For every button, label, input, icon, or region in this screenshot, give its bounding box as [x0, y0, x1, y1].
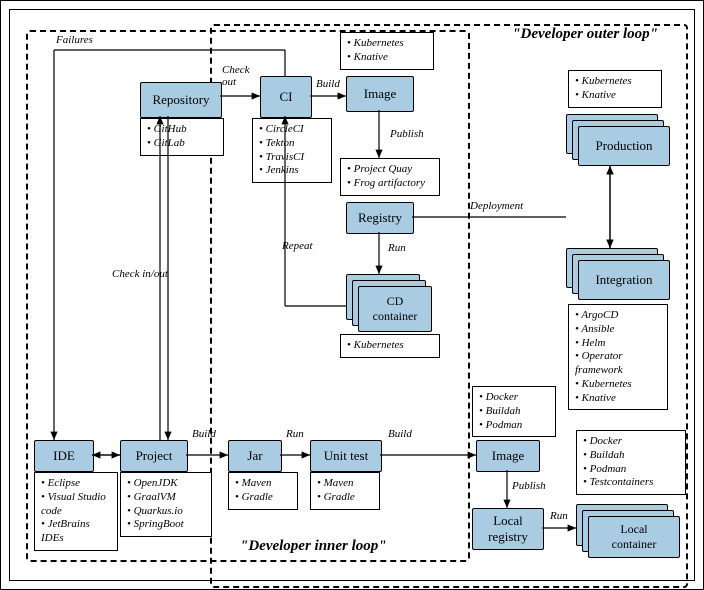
notes-jar: MavenGradle — [228, 472, 298, 510]
label-repeat: Repeat — [282, 240, 313, 252]
diagram-inner: "Developer outer loop" "Developer inner … — [9, 9, 695, 581]
node-integration-stack: Integration — [566, 248, 668, 300]
label-run-local: Run — [550, 510, 568, 522]
node-production-stack: Production — [566, 114, 668, 166]
label-publish-inner: Publish — [512, 480, 546, 492]
notes-image-outer-top: KubernetesKnative — [340, 32, 434, 70]
label-run-outer: Run — [388, 242, 406, 254]
node-cd-container: CD container — [358, 286, 432, 332]
notes-cd-container: Kubernetes — [340, 334, 440, 358]
label-check-in-out: Check in/out — [112, 268, 168, 280]
node-production: Production — [578, 126, 670, 166]
label-build-inner1: Build — [192, 428, 216, 440]
node-image-outer: Image — [346, 76, 414, 112]
node-integration: Integration — [578, 260, 670, 300]
label-deployment: Deployment — [470, 200, 523, 212]
inner-loop-title: "Developer inner loop" — [240, 538, 387, 555]
label-build-inner2: Build — [388, 428, 412, 440]
node-project: Project — [120, 440, 188, 472]
notes-unit-test: MavenGradle — [310, 472, 380, 510]
node-unit-test: Unit test — [310, 440, 382, 472]
node-image-inner: Image — [476, 440, 540, 472]
label-failures: Failures — [56, 34, 93, 46]
diagram-frame: "Developer outer loop" "Developer inner … — [0, 0, 704, 590]
notes-production-top: KubernetesKnative — [568, 70, 662, 108]
label-check-out: Check out — [222, 64, 249, 88]
node-local-container-stack: Local container — [576, 504, 680, 558]
label-publish-outer: Publish — [390, 128, 424, 140]
node-jar: Jar — [228, 440, 282, 472]
notes-project: OpenJDKGraalVMQuarkus.ioSpringBoot — [120, 472, 212, 537]
node-ide: IDE — [34, 440, 94, 472]
notes-ide: EclipseVisual Studio codeJetBrains IDEs — [34, 472, 118, 551]
outer-loop-title: "Developer outer loop" — [512, 26, 658, 43]
node-local-container: Local container — [588, 516, 680, 558]
notes-registry-top: Project QuayFrog artifactory — [340, 158, 440, 196]
notes-local-container-top: DockerBuildahPodmanTestcontainers — [576, 430, 686, 495]
notes-ci: CircleCITektonTravisCIJenkins — [252, 118, 332, 183]
node-repository: Repository — [140, 82, 222, 118]
label-run-inner: Run — [286, 428, 304, 440]
node-cd-container-stack: CD container — [346, 274, 430, 330]
node-ci: CI — [260, 76, 312, 118]
node-registry: Registry — [346, 202, 414, 234]
notes-repository: GitHubGitLab — [140, 118, 224, 156]
notes-image-inner-top: DockerBuildahPodman — [472, 386, 556, 437]
label-build-outer: Build — [316, 78, 340, 90]
node-local-registry: Local registry — [472, 508, 544, 550]
notes-integration: ArgoCDAnsibleHelmOperator frameworkKuber… — [568, 304, 668, 410]
